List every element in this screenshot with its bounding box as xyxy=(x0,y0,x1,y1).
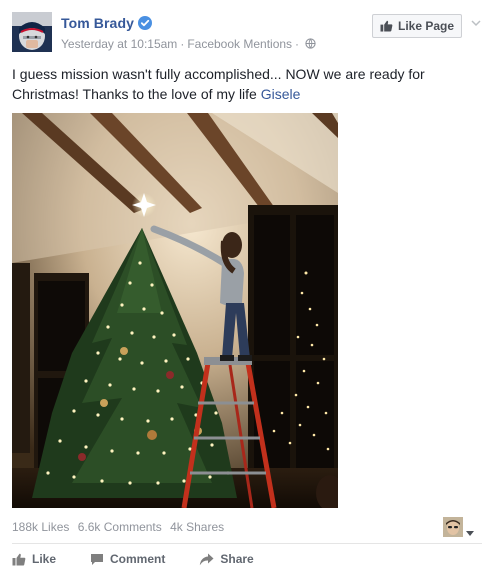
share-icon xyxy=(200,553,214,565)
meta-separator: · xyxy=(180,37,185,51)
post-text: I guess mission wasn't fully accomplishe… xyxy=(12,64,482,104)
like-button-label: Like xyxy=(32,552,57,566)
mention-link[interactable]: Gisele xyxy=(261,86,301,102)
post-timestamp-link[interactable]: Yesterday at 10:15am xyxy=(61,37,177,51)
post-photo[interactable] xyxy=(12,113,338,508)
post-stats: 188k Likes 6.6k Comments 4k Shares xyxy=(12,520,229,534)
facebook-post-card: Tom Brady Yesterday at 10:15am · Facebook … xyxy=(0,0,493,573)
comment-button-label: Comment xyxy=(110,552,166,566)
thumbs-up-icon xyxy=(380,20,393,32)
actions-divider xyxy=(12,543,482,544)
like-button[interactable]: Like xyxy=(12,552,56,566)
comments-count-link[interactable]: 6.6k Comments xyxy=(78,520,162,534)
likes-count-link[interactable]: 188k Likes xyxy=(12,520,69,534)
author-name-link[interactable]: Tom Brady xyxy=(61,15,134,31)
meta-separator: · xyxy=(295,37,300,51)
share-button-label: Share xyxy=(220,552,254,566)
post-meta: Yesterday at 10:15am · Facebook Mentions · xyxy=(61,37,316,51)
viewer-avatar[interactable] xyxy=(443,517,463,537)
globe-icon[interactable] xyxy=(305,38,316,49)
post-text-body: I guess mission wasn't fully accomplishe… xyxy=(12,66,425,102)
post-actions: Like Comment Share xyxy=(12,550,288,568)
comment-icon xyxy=(91,553,104,565)
post-options-chevron-down-icon[interactable] xyxy=(470,16,482,28)
author-avatar[interactable] xyxy=(12,12,52,52)
verified-badge-icon xyxy=(138,16,152,30)
post-source-link[interactable]: Facebook Mentions xyxy=(187,37,292,51)
shares-count-link[interactable]: 4k Shares xyxy=(170,520,224,534)
share-button[interactable]: Share xyxy=(199,552,254,566)
thumbs-up-icon xyxy=(12,553,26,565)
caret-down-icon[interactable] xyxy=(466,524,474,536)
like-page-label: Like Page xyxy=(397,19,455,33)
like-page-button[interactable]: Like Page xyxy=(372,14,462,38)
comment-button[interactable]: Comment xyxy=(90,552,165,566)
